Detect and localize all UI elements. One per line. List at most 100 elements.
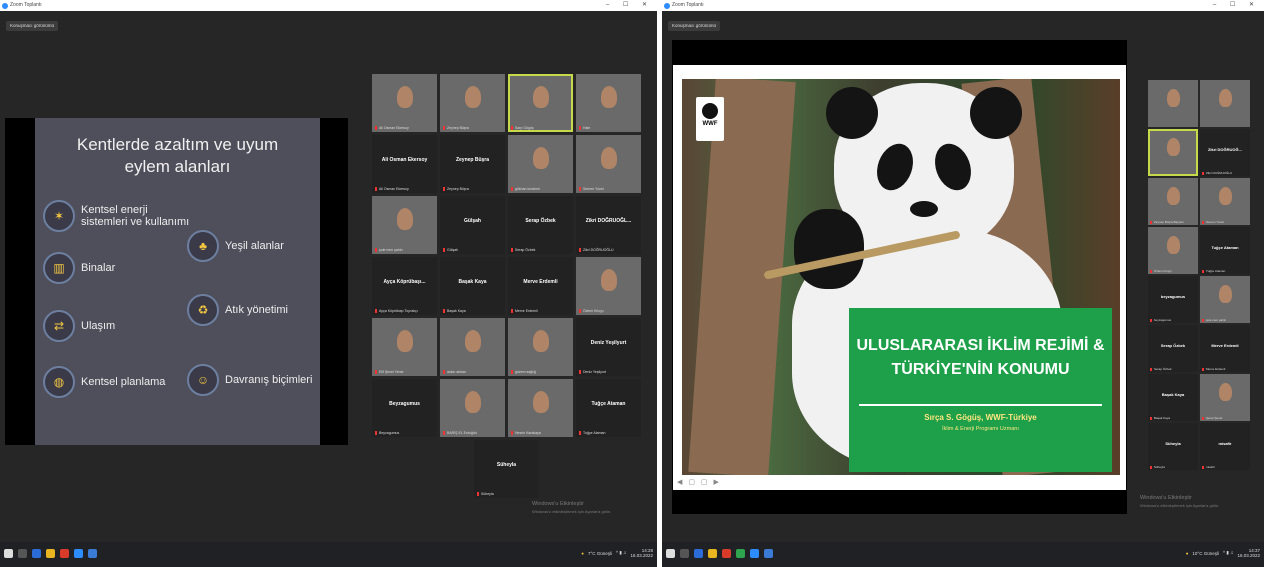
taskbar-apps [4,549,97,558]
participant-tile[interactable]: Özlem Kılıççı [1148,227,1198,274]
participant-label: Tuğçe Ataman [579,431,605,435]
left-title-bar: Zoom Toplantı – ☐ ✕ [0,0,657,11]
folder-icon[interactable] [46,549,55,558]
participant-tile[interactable]: Başak Kaya Başak Kaya [1148,374,1198,421]
left-window-controls[interactable]: – ☐ ✕ [606,0,653,11]
app-icon[interactable] [32,549,41,558]
start-icon[interactable] [666,549,675,558]
participant-name: Ayça Köprübaşı... [383,279,426,285]
participant-video [600,86,617,108]
participant-tile[interactable]: misafir misafir [1200,423,1250,470]
participant-video [1219,89,1232,107]
participant-tile[interactable]: Zeynep Büşra [440,74,505,132]
participant-name: misafir [1218,441,1232,446]
clock[interactable]: 14:37 16.03.2022 [1237,548,1260,558]
participant-tile[interactable]: Zikri DOĞRUOĞL... Zikri DOĞRUOĞLU [576,196,641,254]
right-shared-slide: WWF ULUSLARARASI İKLİM REJİMİ & TÜRKİYE'… [672,40,1127,514]
participant-tile[interactable]: Deniz Yeşilyurt Deniz Yeşilyurt [576,318,641,376]
participant-tile[interactable]: gözem sağlığ [508,318,573,376]
participant-tile[interactable]: Semen Yücel [1200,178,1250,225]
participant-tile[interactable]: gökhan kındemi [508,135,573,193]
participant-label: Hale [579,126,590,130]
participant-tile[interactable]: Serap Özbek Serap Özbek [1148,325,1198,372]
zoom-logo-icon [2,3,8,9]
participant-video [1219,383,1232,401]
energy-icon: ✶ [43,200,75,232]
participant-tile[interactable]: Gülşah Gülşah [440,196,505,254]
slide-item-transport: ⇄ Ulaşım [43,310,115,342]
participant-name: Zikri DOĞRUOĞL... [585,218,632,224]
participant-tile[interactable]: Elif Şenel Yener [372,318,437,376]
weather-text[interactable]: 10°C Güneşli [1192,551,1219,556]
app-icon[interactable] [88,549,97,558]
participant-tile[interactable]: Merve Erdemli Merve Erdemli [1200,325,1250,372]
participant-tile[interactable]: Süheyla Süheyla [474,440,539,498]
weather-text[interactable]: 7°C Güneşli [588,551,612,556]
zoom-taskbar-icon[interactable] [74,549,83,558]
participant-label: Zeynep Büşra [443,126,469,130]
participant-tile[interactable]: Süheyla Süheyla [1148,423,1198,470]
participant-tile[interactable]: Hale [576,74,641,132]
participant-tile[interactable] [1148,80,1198,127]
app-icon[interactable] [694,549,703,558]
participant-video [464,330,481,352]
participant-tile[interactable]: Başak Kaya Başak Kaya [440,257,505,315]
watermark-subtitle: Windows'u etkinleştirmek için Ayarlar'a … [1140,503,1220,508]
participant-tile[interactable]: Ali Osman Ekersoy Ali Osman Ekersoy [372,135,437,193]
zoom-logo-icon [664,3,670,9]
browser-icon[interactable] [60,549,69,558]
panda-paw [794,209,864,289]
panda-photo: WWF ULUSLARARASI İKLİM REJİMİ & TÜRKİYE'… [682,79,1120,475]
participant-name: Süheyla [1165,441,1181,446]
browser-icon[interactable] [722,549,731,558]
clock[interactable]: 14:28 16.03.2022 [630,548,653,558]
participant-name: Ali Osman Ekersoy [381,157,428,163]
participant-tile[interactable]: Nesrin Karakaya [508,379,573,437]
participant-tile[interactable]: Beyzagumus Beyzagumus [372,379,437,437]
app-icon[interactable] [736,549,745,558]
participant-tile[interactable]: Semen Yücel [576,135,641,193]
participant-tile[interactable]: Şenel Şenel [1200,374,1250,421]
participant-tile[interactable]: BARIŞ EL Erdoğdu [440,379,505,437]
tray-icons[interactable]: ^ ▮ ♫ [1223,550,1233,556]
participant-tile[interactable]: beyzagumus beyzagumus [1148,276,1198,323]
participant-video [1167,138,1180,156]
participant-tile[interactable]: Merve Erdemli Merve Erdemli [508,257,573,315]
task-view-icon[interactable] [18,549,27,558]
right-view-button[interactable]: Konuşmacı görünümü [668,21,721,31]
slide-title: ULUSLARARASI İKLİM REJİMİ & TÜRKİYE'NİN … [856,337,1105,378]
tray-icons[interactable]: ^ ▮ ♫ [616,550,626,556]
zoom-taskbar-icon[interactable] [750,549,759,558]
participant-tile[interactable]: Ayça Köprübaşı... Ayça Köprübaşı Toprakçı [372,257,437,315]
right-title-bar: Zoom Toplantı – ☐ ✕ [662,0,1264,11]
app-icon[interactable] [764,549,773,558]
participant-tile[interactable]: Tuğçe Ataman Tuğçe Ataman [576,379,641,437]
participant-tile[interactable]: Zeynep Büşra Bayram [1148,178,1198,225]
start-icon[interactable] [4,549,13,558]
participant-tile[interactable] [1200,80,1250,127]
participant-label: şule nem şahin [375,248,403,252]
slide-item-label: Ulaşım [81,320,116,332]
participant-tile[interactable]: Zikri DOĞRUOĞ... Zikri DOĞRUOĞLU [1200,129,1250,176]
task-view-icon[interactable] [680,549,689,558]
participant-tile[interactable]: Tuğçe Ataman Tuğçe Ataman [1200,227,1250,274]
participant-tile[interactable]: Serap Özbek Serap Özbek [508,196,573,254]
participant-label: BARIŞ EL Erdoğdu [443,431,477,435]
slide-controls[interactable]: ◀ ▢ ▢ ▶ [677,478,721,486]
participant-tile[interactable]: Zeynep Büşra Zeynep Büşra [440,135,505,193]
panda-logo-icon [702,103,718,119]
panda-nose [910,201,938,217]
participant-tile[interactable]: Ali Osman Ekersoy [372,74,437,132]
participant-label: Gülşah [443,248,458,252]
participant-tile[interactable]: askın akhan [440,318,505,376]
right-window-controls[interactable]: – ☐ ✕ [1213,0,1260,11]
participant-tile[interactable]: Özlem Kılıççı [576,257,641,315]
left-view-button[interactable]: Konuşmacı görünümü [6,21,59,31]
participant-tile[interactable] [1148,129,1198,176]
participant-tile[interactable]: şule nem şahin [372,196,437,254]
participant-tile[interactable]: Sarp Gögüş [508,74,573,132]
tree-icon: ♣ [187,230,219,262]
folder-icon[interactable] [708,549,717,558]
participant-tile[interactable]: şule nem şahin [1200,276,1250,323]
participant-label: Süheyla [477,492,494,496]
